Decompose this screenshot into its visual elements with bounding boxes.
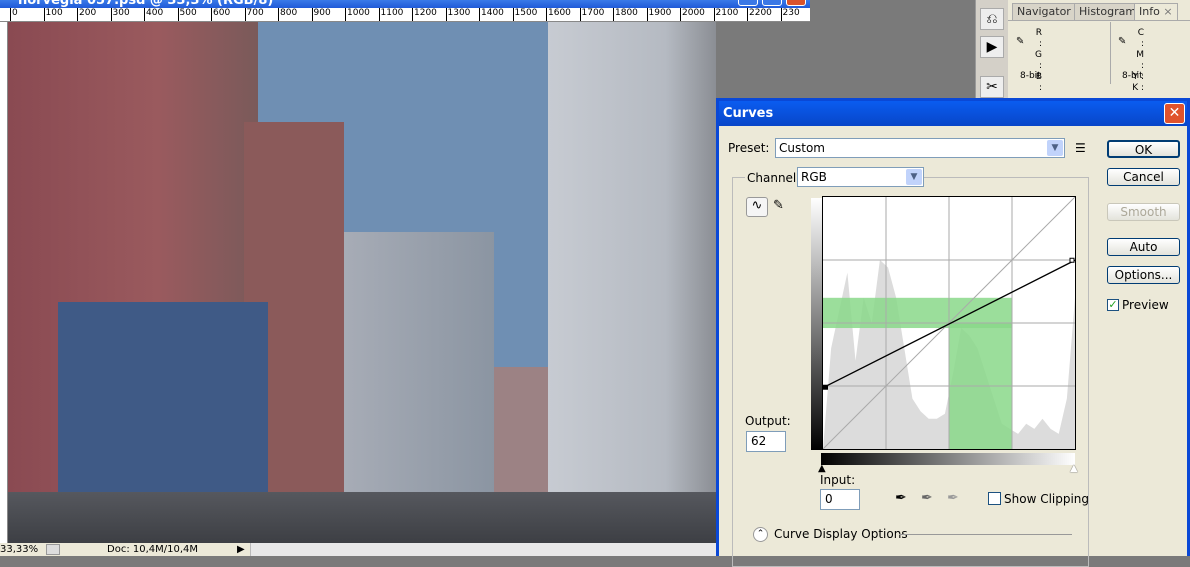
- ruler-tick: 1000: [345, 8, 370, 21]
- zoom-level[interactable]: 33,33%: [0, 543, 38, 556]
- channel-select[interactable]: RGB ▼: [797, 167, 924, 187]
- tab-navigator[interactable]: Navigator: [1012, 3, 1076, 20]
- input-field[interactable]: 0: [820, 489, 860, 510]
- ruler-tick: 900: [311, 8, 331, 21]
- divider: [1110, 22, 1111, 84]
- ruler-tick: 1900: [646, 8, 671, 21]
- document-title: norvegia 057.psd @ 33,3% (RGB/8): [18, 0, 274, 8]
- preview-label: Preview: [1122, 298, 1169, 312]
- ruler-tick: 1400: [479, 8, 504, 21]
- container: [58, 302, 268, 502]
- show-clipping-checkbox[interactable]: [988, 492, 1001, 505]
- ruler-tick: 1300: [445, 8, 470, 21]
- chevron-down-icon: ▼: [1047, 140, 1063, 156]
- curve-point-tool-icon[interactable]: ∿: [746, 197, 768, 217]
- tab-info-label: Info: [1139, 5, 1160, 18]
- black-eyedropper-icon[interactable]: ✒: [895, 490, 907, 506]
- close-button[interactable]: [786, 0, 806, 6]
- document-title-bar[interactable]: norvegia 057.psd @ 33,3% (RGB/8): [0, 0, 810, 8]
- smooth-button: Smooth: [1107, 203, 1180, 221]
- gray-eyedropper-icon[interactable]: ✒: [921, 490, 933, 506]
- dialog-title-bar[interactable]: Curves ✕: [719, 101, 1187, 126]
- horizontal-ruler[interactable]: 0 100 200 300 400 500 600 700 800 900 1000 1100 1200…: [0, 8, 810, 22]
- ruler-tick: 230: [780, 8, 800, 21]
- rgb-readout: R :G :B :: [1035, 28, 1042, 93]
- input-gradient-bar: [821, 453, 1075, 465]
- channel-label: Channel:: [745, 171, 803, 185]
- white-point-slider-icon[interactable]: ▲: [1070, 463, 1078, 474]
- chevron-down-icon: ▼: [906, 169, 922, 185]
- bit-depth-left: 8-bit: [1020, 71, 1041, 81]
- ruler-tick: 100: [43, 8, 63, 21]
- ruler-tick: 2000: [680, 8, 705, 21]
- history-icon[interactable]: ⎌: [980, 8, 1004, 30]
- curve-graph[interactable]: [822, 196, 1076, 450]
- auto-button[interactable]: Auto: [1107, 238, 1180, 256]
- output-label: Output:: [745, 414, 791, 428]
- preset-select[interactable]: Custom ▼: [775, 138, 1065, 158]
- preview-checkbox[interactable]: ✓: [1107, 299, 1119, 311]
- show-clipping-label: Show Clipping: [1004, 492, 1090, 506]
- ruler-tick: 500: [177, 8, 197, 21]
- close-tab-icon[interactable]: ×: [1163, 5, 1172, 18]
- output-field[interactable]: 62: [746, 431, 786, 452]
- ruler-tick: 1100: [378, 8, 403, 21]
- dialog-close-button[interactable]: ✕: [1164, 103, 1185, 124]
- cancel-button[interactable]: Cancel: [1107, 168, 1180, 186]
- ruler-tick: 1500: [512, 8, 537, 21]
- curve-display-options-label[interactable]: Curve Display Options: [774, 527, 908, 541]
- divider: [899, 534, 1072, 535]
- ruler-tick: 0: [10, 8, 18, 21]
- white-building: [548, 22, 716, 543]
- preset-value: Custom: [779, 141, 825, 155]
- ruler-tick: 600: [211, 8, 230, 21]
- ruler-tick: 1200: [412, 8, 437, 21]
- info-panel: Navigator Histogram Info × R :G :B : ✎ 8…: [1008, 0, 1190, 100]
- preset-options-icon[interactable]: ☰: [1075, 141, 1086, 155]
- image-canvas[interactable]: [8, 22, 716, 543]
- horizontal-scrollbar[interactable]: [250, 543, 716, 556]
- status-bar: 33,33% Doc: 10,4M/10,4M ▶: [0, 543, 716, 556]
- options-button[interactable]: Options...: [1107, 266, 1180, 284]
- ruler-tick: 700: [244, 8, 264, 21]
- ruler-tick: 400: [144, 8, 163, 21]
- curve-point-selected: [823, 384, 828, 390]
- input-label: Input:: [820, 473, 856, 487]
- status-menu-arrow-icon[interactable]: ▶: [237, 543, 245, 556]
- curves-dialog: Curves ✕ Preset: Custom ▼ ☰ Channel: RGB ▼…: [716, 98, 1190, 567]
- panel-dock: ⎌ ▶ ✂: [975, 0, 1008, 100]
- cmyk-readout: C :M :Y :K :: [1132, 28, 1144, 93]
- white-eyedropper-icon[interactable]: ✒: [947, 490, 959, 506]
- vertical-ruler[interactable]: [0, 22, 8, 543]
- curve-point: [1069, 257, 1075, 263]
- expand-collapse-icon[interactable]: ⌃: [753, 527, 768, 542]
- trash-icon[interactable]: [46, 544, 60, 555]
- pencil-tool-icon[interactable]: ✎: [773, 198, 784, 213]
- maximize-button[interactable]: [762, 0, 782, 6]
- street-crowd: [8, 492, 716, 543]
- tab-info[interactable]: Info ×: [1134, 3, 1178, 20]
- tab-histogram[interactable]: Histogram: [1074, 3, 1142, 20]
- ok-button[interactable]: OK: [1107, 140, 1180, 158]
- ruler-tick: 1600: [546, 8, 571, 21]
- minimize-button[interactable]: [738, 0, 758, 6]
- output-highlight: [823, 297, 1012, 329]
- ruler-tick: 2100: [713, 8, 738, 21]
- bit-depth-right: 8-bit: [1122, 71, 1143, 81]
- ruler-tick: 1800: [613, 8, 638, 21]
- ruler-tick: 1700: [579, 8, 604, 21]
- ruler-tick: 200: [77, 8, 96, 21]
- preset-label: Preset:: [728, 141, 770, 155]
- channel-value: RGB: [801, 170, 827, 184]
- tools-icon[interactable]: ✂: [980, 76, 1004, 98]
- eyedropper-icon[interactable]: ✎: [1118, 36, 1126, 47]
- doc-size: Doc: 10,4M/10,4M: [107, 544, 199, 555]
- eyedropper-icon[interactable]: ✎: [1016, 36, 1024, 47]
- divider: [1008, 20, 1190, 21]
- ruler-tick: 2200: [747, 8, 772, 21]
- dialog-title: Curves: [723, 106, 774, 121]
- actions-play-icon[interactable]: ▶: [980, 36, 1004, 58]
- ruler-tick: 800: [278, 8, 297, 21]
- ruler-tick: 300: [110, 8, 130, 21]
